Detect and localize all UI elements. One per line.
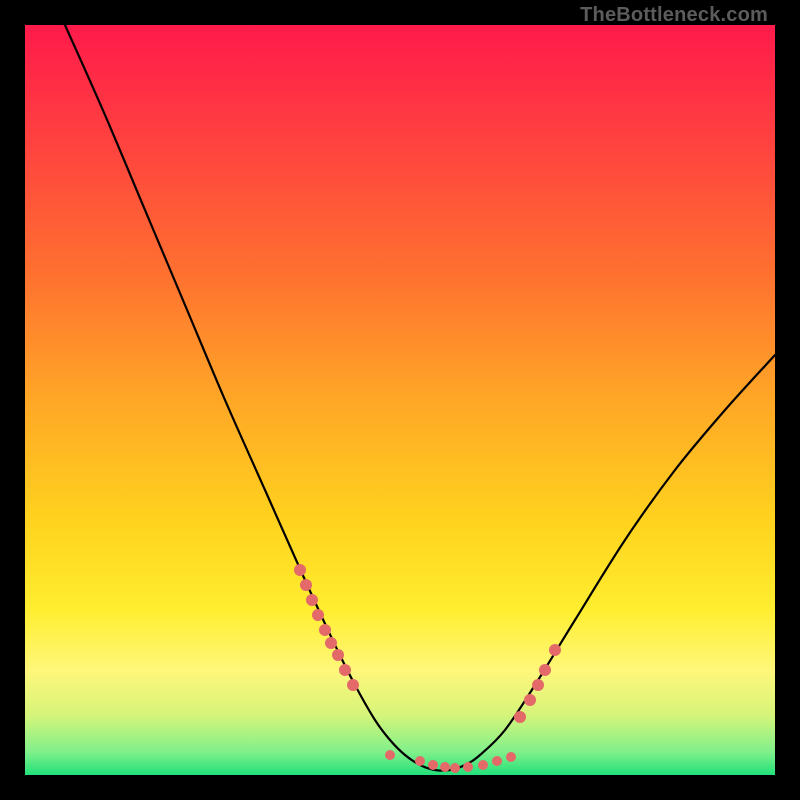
bottleneck-curve xyxy=(65,25,775,771)
marker-dot xyxy=(524,694,536,706)
marker-dot xyxy=(312,609,324,621)
marker-dot xyxy=(300,579,312,591)
marker-dot xyxy=(428,760,438,770)
marker-dot xyxy=(532,679,544,691)
marker-dot xyxy=(415,756,425,766)
marker-dot xyxy=(325,637,337,649)
marker-dot xyxy=(463,762,473,772)
marker-dot xyxy=(539,664,551,676)
curve-markers xyxy=(294,564,561,773)
marker-dot xyxy=(332,649,344,661)
marker-dot xyxy=(450,763,460,773)
chart-frame xyxy=(25,25,775,775)
marker-dot xyxy=(492,756,502,766)
watermark-text: TheBottleneck.com xyxy=(580,4,768,27)
marker-dot xyxy=(440,762,450,772)
marker-dot xyxy=(306,594,318,606)
marker-dot xyxy=(514,711,526,723)
marker-dot xyxy=(506,752,516,762)
marker-dot xyxy=(319,624,331,636)
marker-dot xyxy=(385,750,395,760)
chart-svg xyxy=(25,25,775,775)
marker-dot xyxy=(339,664,351,676)
marker-dot xyxy=(347,679,359,691)
marker-dot xyxy=(294,564,306,576)
marker-dot xyxy=(478,760,488,770)
marker-dot xyxy=(549,644,561,656)
